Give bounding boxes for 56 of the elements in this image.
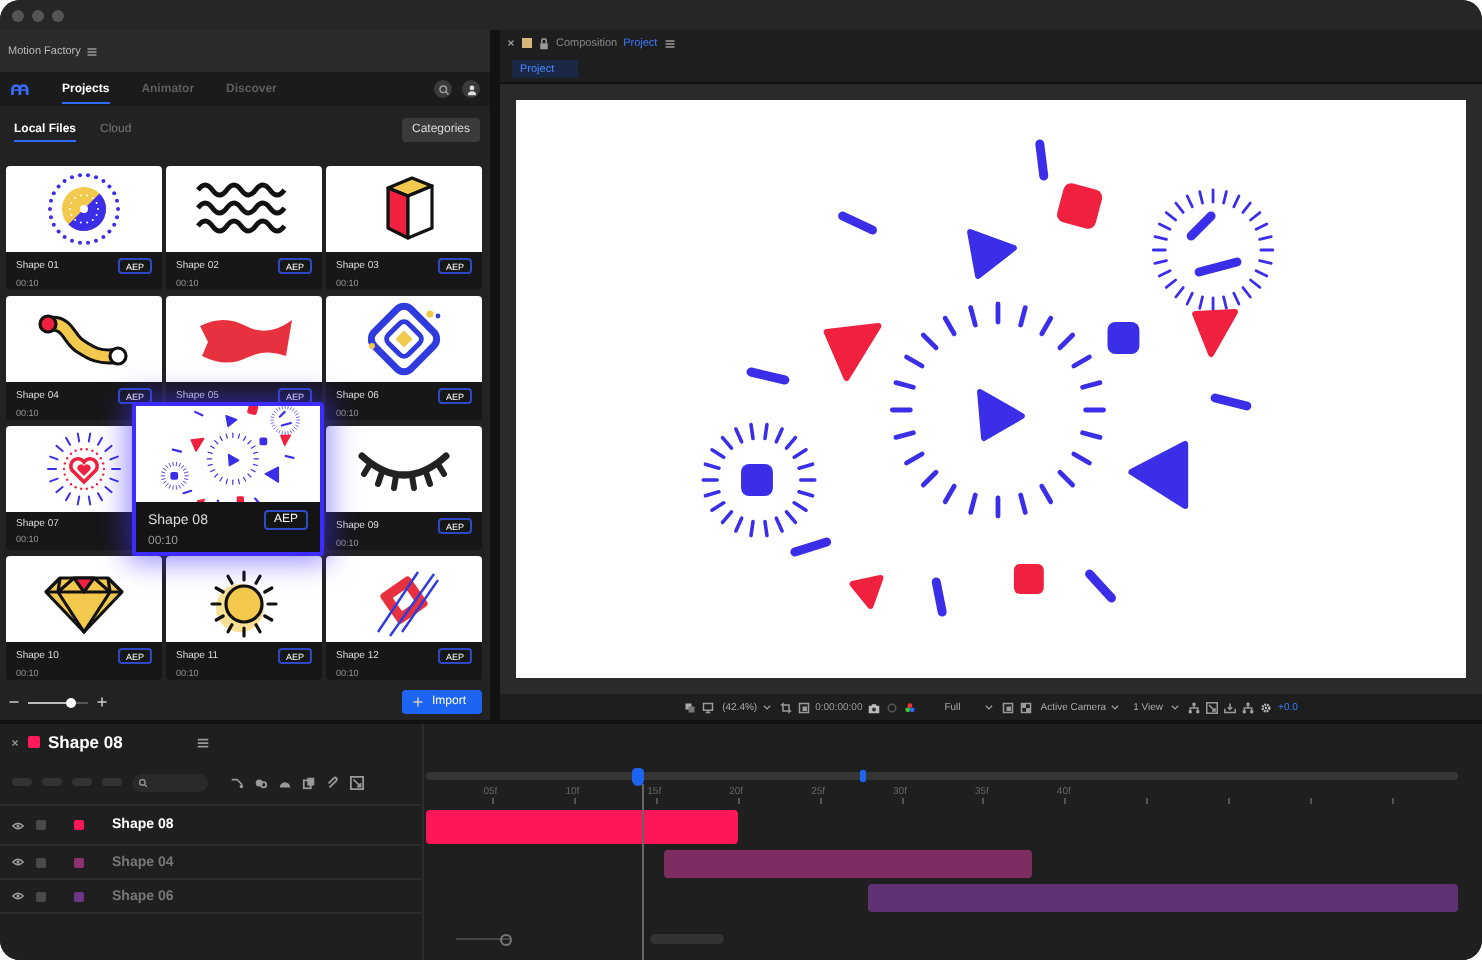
account-button[interactable] <box>462 80 480 98</box>
playhead-handle[interactable] <box>631 768 644 786</box>
layer-clip-bar[interactable] <box>868 884 1458 912</box>
camera-icon[interactable] <box>868 701 881 713</box>
visibility-icon[interactable] <box>12 819 24 831</box>
slider-thumb[interactable] <box>500 934 513 946</box>
layer-clip-bar[interactable] <box>426 810 738 844</box>
hierarchy-icon[interactable] <box>1188 701 1201 713</box>
lock-toggle[interactable] <box>36 891 46 901</box>
zoom-out-button[interactable] <box>8 696 20 708</box>
tray-icon[interactable] <box>1224 701 1237 713</box>
caret-icon <box>1110 702 1121 712</box>
caret-icon <box>984 702 995 712</box>
slider-thumb[interactable] <box>66 697 77 707</box>
color-channels-icon[interactable] <box>904 701 917 713</box>
plus-icon <box>411 696 424 708</box>
search-icon <box>138 777 148 787</box>
crop-icon[interactable] <box>779 701 792 713</box>
lock-icon[interactable] <box>538 37 550 49</box>
lock-toggle[interactable] <box>36 857 46 867</box>
work-area-marker[interactable] <box>860 770 867 782</box>
expand-icon[interactable] <box>350 775 364 789</box>
composition-title: Shape 08 <box>48 732 125 752</box>
frame-icon[interactable] <box>797 701 810 713</box>
layer-clip-bar[interactable] <box>663 850 1033 878</box>
zoom-in-button[interactable] <box>96 696 108 708</box>
menu-icon[interactable] <box>86 45 99 57</box>
plus-icon <box>96 696 108 708</box>
pickwhip-icon[interactable] <box>230 775 244 789</box>
visibility-icon[interactable] <box>12 856 24 868</box>
close-icon[interactable] <box>506 38 516 48</box>
motion-blur-icon[interactable] <box>254 775 268 789</box>
stack-icon[interactable] <box>684 701 697 713</box>
caret-icon <box>761 702 772 712</box>
logo-icon <box>10 79 30 99</box>
menu-icon[interactable] <box>196 735 210 749</box>
label-color-icon <box>522 38 532 48</box>
timeline-zoom-slider[interactable] <box>456 934 510 944</box>
visibility-icon[interactable] <box>12 890 24 902</box>
user-icon <box>465 83 477 95</box>
close-icon[interactable] <box>10 737 20 747</box>
caret-icon <box>1170 702 1181 712</box>
lock-toggle[interactable] <box>36 820 46 830</box>
checker-icon[interactable] <box>1020 701 1033 713</box>
search-icon <box>437 83 449 95</box>
expand-icon[interactable] <box>1206 701 1219 713</box>
monitor-icon[interactable] <box>702 701 715 713</box>
hierarchy-icon[interactable] <box>1242 701 1255 713</box>
paperclip-icon[interactable] <box>326 775 340 789</box>
search-button[interactable] <box>434 80 452 98</box>
minus-icon <box>8 696 20 708</box>
gear-icon[interactable] <box>1260 701 1273 713</box>
menu-icon[interactable] <box>663 37 676 49</box>
frame-icon[interactable] <box>1002 701 1015 713</box>
search-field[interactable] <box>132 773 208 791</box>
copy-icon[interactable] <box>302 775 316 789</box>
